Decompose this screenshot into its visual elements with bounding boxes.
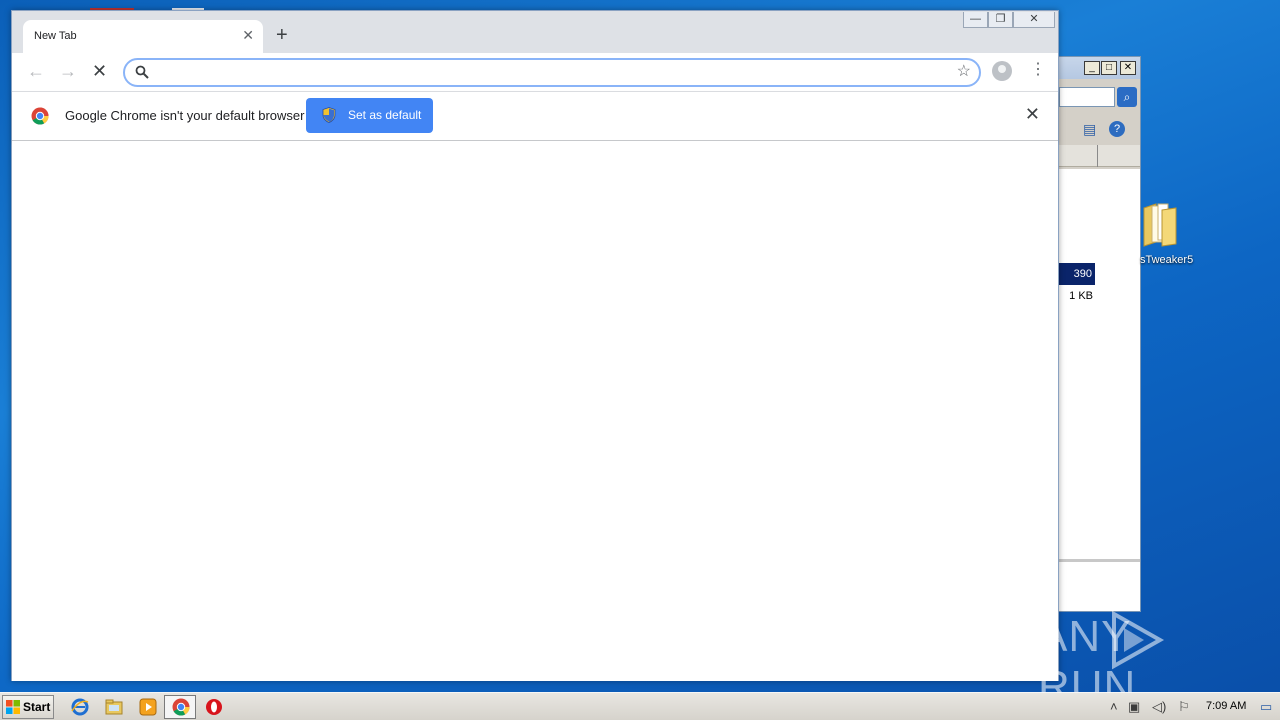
explorer-row-size[interactable]: 1 KB xyxy=(1057,287,1093,305)
explorer-selected-row-size[interactable]: 390 KB xyxy=(1057,263,1095,302)
opera-icon[interactable] xyxy=(204,697,224,717)
explorer-search-icon[interactable]: ⌕ xyxy=(1117,87,1137,107)
page-content[interactable] xyxy=(12,141,1058,681)
explorer-column-header[interactable] xyxy=(1057,145,1140,167)
browser-toolbar: ← → ✕ ☆ ⋮ xyxy=(12,53,1058,91)
window-minimize-button[interactable]: — xyxy=(963,12,988,28)
taskbar: Start ˄ ▣ ◁) ⚐ ▭ 7:09 AM xyxy=(0,692,1280,720)
taskbar-chrome-button[interactable] xyxy=(164,695,196,719)
chrome-logo-icon xyxy=(31,107,49,125)
default-browser-infobar: Google Chrome isn't your default browser… xyxy=(12,91,1058,141)
profile-avatar-icon[interactable] xyxy=(992,61,1012,81)
tab-title: New Tab xyxy=(34,30,77,42)
explorer-close-button[interactable]: ✕ xyxy=(1120,61,1136,75)
show-desktop-icon[interactable]: ▭ xyxy=(1260,699,1272,715)
explorer-details-pane xyxy=(1057,559,1140,611)
taskbar-clock[interactable]: 7:09 AM xyxy=(1206,700,1246,712)
folder-icon[interactable] xyxy=(1140,198,1180,248)
chrome-window: New Tab ✕ + — ❐ ✕ ← → ✕ ☆ ⋮ Google Chrom… xyxy=(11,10,1059,681)
start-label: Start xyxy=(23,700,51,714)
explorer-window: _ □ ✕ ⌕ ▤ ? 390 KB 1 KB xyxy=(1056,56,1141,612)
action-center-flag-icon[interactable]: ⚐ xyxy=(1178,699,1190,715)
set-as-default-button[interactable]: Set as default xyxy=(306,98,433,133)
search-icon xyxy=(135,65,149,79)
explorer-help-icon[interactable]: ? xyxy=(1109,121,1125,137)
forward-arrow-icon[interactable]: → xyxy=(59,61,77,81)
windows-flag-icon xyxy=(6,700,20,714)
set-as-default-label: Set as default xyxy=(348,108,422,122)
explorer-minimize-button[interactable]: _ xyxy=(1084,61,1100,75)
stop-loading-icon[interactable]: ✕ xyxy=(92,61,107,81)
explorer-column-divider[interactable] xyxy=(1097,145,1098,167)
tab-close-icon[interactable]: ✕ xyxy=(242,27,254,43)
volume-icon[interactable]: ◁) xyxy=(1152,699,1166,715)
media-player-icon[interactable] xyxy=(138,697,158,717)
explorer-maximize-button[interactable]: □ xyxy=(1101,61,1117,75)
watermark-play-icon xyxy=(1112,610,1165,670)
window-close-button[interactable]: ✕ xyxy=(1013,12,1055,28)
explorer-file-list xyxy=(1057,169,1140,559)
explorer-views-icon[interactable]: ▤ xyxy=(1083,121,1096,138)
infobar-message: Google Chrome isn't your default browser xyxy=(65,108,305,123)
infobar-close-icon[interactable]: ✕ xyxy=(1025,104,1040,124)
back-arrow-icon[interactable]: ← xyxy=(27,61,45,81)
tab-new-tab[interactable]: New Tab ✕ xyxy=(23,20,263,53)
start-button[interactable]: Start xyxy=(2,695,54,719)
tab-strip: New Tab ✕ + — ❐ ✕ xyxy=(12,11,1058,53)
chrome-taskbar-icon xyxy=(172,698,190,716)
desktop-folder-label[interactable]: sTweaker5 xyxy=(1140,254,1200,266)
omnibox[interactable]: ☆ xyxy=(123,58,981,87)
internet-explorer-icon[interactable] xyxy=(70,697,90,717)
bookmark-star-icon[interactable]: ☆ xyxy=(957,63,971,81)
system-tray: ˄ ▣ ◁) ⚐ ▭ xyxy=(1104,695,1280,719)
network-icon[interactable]: ▣ xyxy=(1128,699,1140,715)
new-tab-plus-icon[interactable]: + xyxy=(276,25,288,45)
window-restore-button[interactable]: ❐ xyxy=(988,12,1013,28)
file-explorer-icon[interactable] xyxy=(104,697,124,717)
chrome-menu-icon[interactable]: ⋮ xyxy=(1030,60,1046,80)
show-hidden-icons-icon[interactable]: ˄ xyxy=(1110,699,1118,715)
explorer-search-input[interactable] xyxy=(1059,87,1115,107)
uac-shield-icon xyxy=(322,107,336,123)
omnibox-input[interactable] xyxy=(157,64,937,82)
